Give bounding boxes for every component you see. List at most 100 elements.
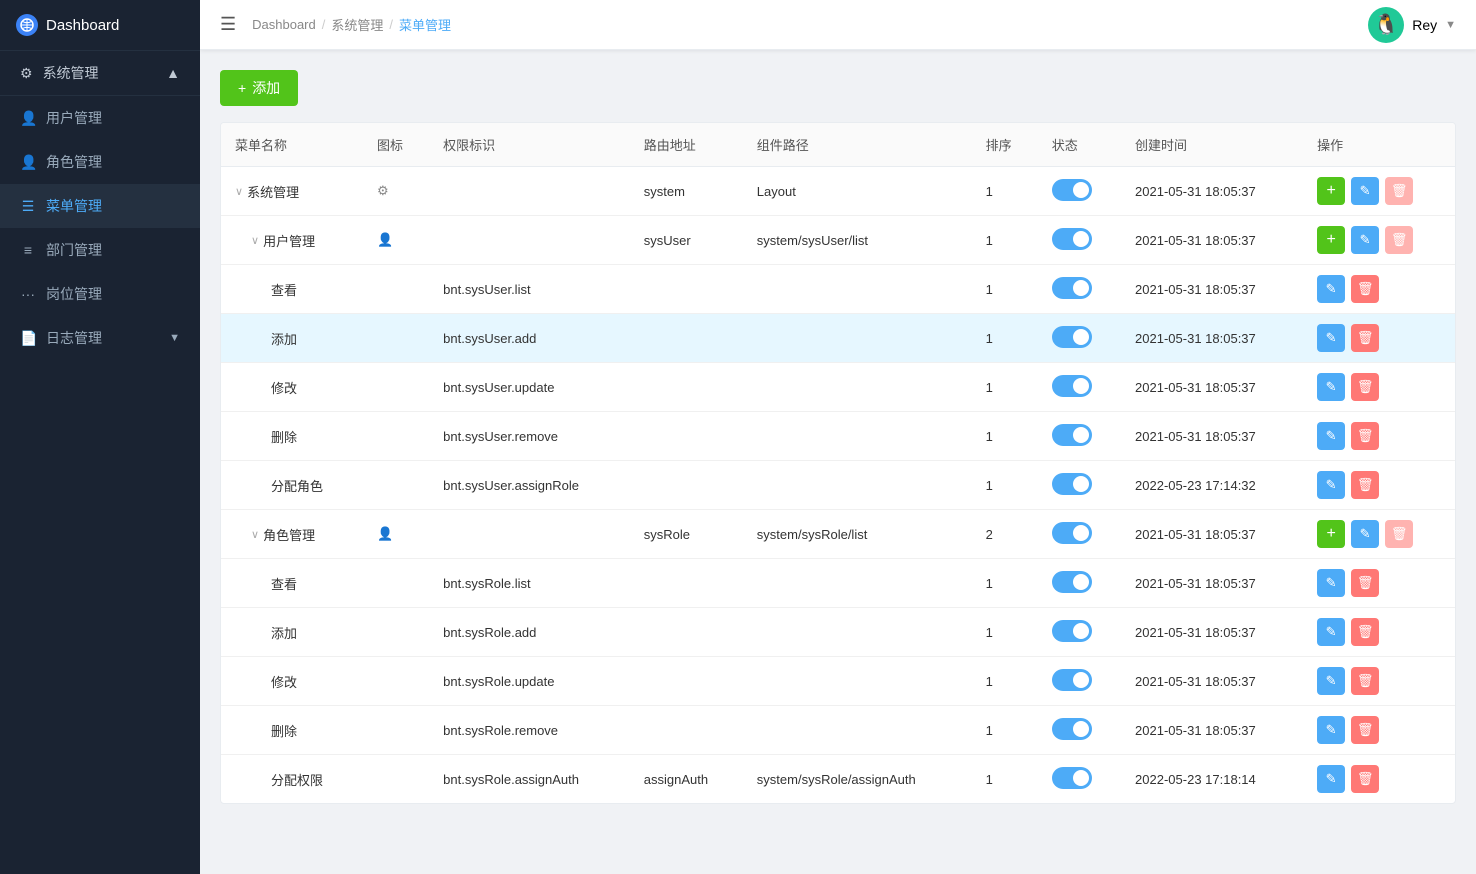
row-edit-button[interactable]: ✎ bbox=[1317, 618, 1345, 646]
sidebar-section-system: ⚙ 系统管理 ▲ bbox=[0, 51, 200, 96]
cell-sort: 1 bbox=[972, 265, 1038, 314]
cell-icon: 👤 bbox=[363, 216, 429, 265]
row-delete-button[interactable]: 🗑 bbox=[1351, 667, 1379, 695]
cell-component bbox=[743, 706, 972, 755]
topbar-right: 🐧 Rey ▼ bbox=[1368, 7, 1456, 43]
dropdown-arrow-icon[interactable]: ▼ bbox=[1445, 19, 1456, 31]
add-button[interactable]: + 添加 bbox=[220, 70, 298, 106]
topbar: ☰ Dashboard / 系统管理 / 菜单管理 🐧 Rey ▼ bbox=[200, 0, 1476, 50]
cell-component: Layout bbox=[743, 167, 972, 216]
row-delete-button[interactable]: 🗑 bbox=[1351, 422, 1379, 450]
status-toggle[interactable] bbox=[1052, 473, 1092, 495]
cell-status bbox=[1038, 314, 1121, 363]
row-delete-button[interactable]: 🗑 bbox=[1351, 618, 1379, 646]
cell-status bbox=[1038, 412, 1121, 461]
status-toggle[interactable] bbox=[1052, 571, 1092, 593]
cell-status bbox=[1038, 706, 1121, 755]
row-edit-button[interactable]: ✎ bbox=[1317, 569, 1345, 597]
cell-name: 删除 bbox=[221, 412, 363, 461]
row-edit-button[interactable]: ✎ bbox=[1317, 716, 1345, 744]
status-toggle[interactable] bbox=[1052, 424, 1092, 446]
cell-sort: 1 bbox=[972, 657, 1038, 706]
row-edit-button[interactable]: ✎ bbox=[1351, 520, 1379, 548]
row-edit-button[interactable]: ✎ bbox=[1317, 422, 1345, 450]
menu-name-text: 添加 bbox=[235, 623, 297, 642]
row-edit-button[interactable]: ✎ bbox=[1317, 471, 1345, 499]
settings-icon: ⚙ bbox=[20, 65, 33, 82]
user-avatar-button[interactable]: 🐧 bbox=[1368, 7, 1404, 43]
cell-component: system/sysUser/list bbox=[743, 216, 972, 265]
action-buttons: ✎🗑 bbox=[1317, 716, 1441, 744]
sidebar-item-log-mgmt[interactable]: 📄 日志管理 ▼ bbox=[0, 316, 200, 360]
cell-permission: bnt.sysUser.update bbox=[429, 363, 630, 412]
sidebar-item-label: 部门管理 bbox=[46, 240, 102, 260]
status-toggle[interactable] bbox=[1052, 277, 1092, 299]
row-add-button[interactable]: + bbox=[1317, 520, 1345, 548]
row-delete-button[interactable]: 🗑 bbox=[1351, 373, 1379, 401]
cell-created: 2022-05-23 17:18:14 bbox=[1121, 755, 1303, 804]
status-toggle[interactable] bbox=[1052, 522, 1092, 544]
cell-route bbox=[630, 657, 743, 706]
row-edit-button[interactable]: ✎ bbox=[1317, 765, 1345, 793]
collapse-arrow-icon[interactable]: ∨ bbox=[235, 185, 243, 198]
menu-name-text: ∨角色管理 bbox=[235, 525, 315, 544]
sidebar-item-dept-mgmt[interactable]: ≡ 部门管理 bbox=[0, 228, 200, 272]
menu-name-text: 删除 bbox=[235, 721, 297, 740]
cell-icon bbox=[363, 755, 429, 804]
breadcrumb-system[interactable]: 系统管理 bbox=[331, 15, 383, 34]
sidebar-item-menu-mgmt[interactable]: ☰ 菜单管理 bbox=[0, 184, 200, 228]
row-delete-button[interactable]: 🗑 bbox=[1351, 716, 1379, 744]
status-toggle[interactable] bbox=[1052, 228, 1092, 250]
row-edit-button[interactable]: ✎ bbox=[1317, 275, 1345, 303]
status-toggle[interactable] bbox=[1052, 669, 1092, 691]
row-delete-button[interactable]: 🗑 bbox=[1351, 569, 1379, 597]
cell-icon bbox=[363, 412, 429, 461]
row-edit-button[interactable]: ✎ bbox=[1317, 667, 1345, 695]
status-toggle[interactable] bbox=[1052, 375, 1092, 397]
status-toggle[interactable] bbox=[1052, 718, 1092, 740]
sidebar-item-post-mgmt[interactable]: ··· 岗位管理 bbox=[0, 272, 200, 316]
cell-permission: bnt.sysRole.update bbox=[429, 657, 630, 706]
row-delete-button[interactable]: 🗑 bbox=[1385, 226, 1413, 254]
cell-permission: bnt.sysUser.list bbox=[429, 265, 630, 314]
menu-name-text: ∨用户管理 bbox=[235, 231, 315, 250]
row-add-button[interactable]: + bbox=[1317, 177, 1345, 205]
row-delete-button[interactable]: 🗑 bbox=[1351, 324, 1379, 352]
row-delete-button[interactable]: 🗑 bbox=[1385, 520, 1413, 548]
row-edit-button[interactable]: ✎ bbox=[1317, 324, 1345, 352]
row-delete-button[interactable]: 🗑 bbox=[1351, 471, 1379, 499]
cell-name: 添加 bbox=[221, 314, 363, 363]
cell-permission: bnt.sysUser.assignRole bbox=[429, 461, 630, 510]
sidebar-section-header[interactable]: ⚙ 系统管理 ▲ bbox=[0, 51, 200, 95]
sidebar-item-role-mgmt[interactable]: 👤 角色管理 bbox=[0, 140, 200, 184]
cell-actions: ✎🗑 bbox=[1303, 559, 1455, 608]
cell-status bbox=[1038, 657, 1121, 706]
cell-name: 修改 bbox=[221, 657, 363, 706]
hamburger-icon[interactable]: ☰ bbox=[220, 14, 236, 35]
row-delete-button[interactable]: 🗑 bbox=[1351, 275, 1379, 303]
sidebar-item-user-mgmt[interactable]: 👤 用户管理 bbox=[0, 96, 200, 140]
status-toggle[interactable] bbox=[1052, 767, 1092, 789]
row-add-button[interactable]: + bbox=[1317, 226, 1345, 254]
collapse-arrow-icon[interactable]: ∨ bbox=[251, 234, 259, 247]
row-edit-button[interactable]: ✎ bbox=[1317, 373, 1345, 401]
col-action: 操作 bbox=[1303, 123, 1455, 167]
cell-permission bbox=[429, 167, 630, 216]
cell-sort: 1 bbox=[972, 755, 1038, 804]
cell-icon bbox=[363, 608, 429, 657]
menu-name-text: 修改 bbox=[235, 672, 297, 691]
table-row: 删除bnt.sysRole.remove12021-05-31 18:05:37… bbox=[221, 706, 1455, 755]
status-toggle[interactable] bbox=[1052, 326, 1092, 348]
collapse-arrow-icon[interactable]: ∨ bbox=[251, 528, 259, 541]
cell-actions: ✎🗑 bbox=[1303, 657, 1455, 706]
row-delete-button[interactable]: 🗑 bbox=[1351, 765, 1379, 793]
row-edit-button[interactable]: ✎ bbox=[1351, 177, 1379, 205]
chevron-down-icon: ▼ bbox=[169, 332, 180, 344]
row-delete-button[interactable]: 🗑 bbox=[1385, 177, 1413, 205]
status-toggle[interactable] bbox=[1052, 620, 1092, 642]
menu-name-text: 修改 bbox=[235, 378, 297, 397]
status-toggle[interactable] bbox=[1052, 179, 1092, 201]
row-edit-button[interactable]: ✎ bbox=[1351, 226, 1379, 254]
cell-component: system/sysRole/list bbox=[743, 510, 972, 559]
breadcrumb-dashboard[interactable]: Dashboard bbox=[252, 17, 316, 32]
